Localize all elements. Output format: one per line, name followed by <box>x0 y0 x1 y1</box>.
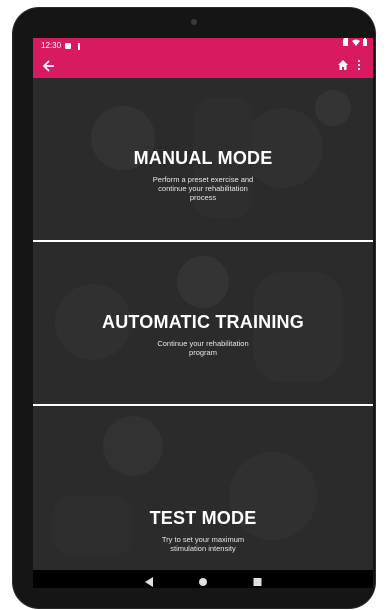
card-title: TEST MODE <box>149 508 257 528</box>
card-description-line: Continue your rehabilitation <box>157 339 249 348</box>
status-right <box>343 38 367 46</box>
parking-icon <box>75 42 81 50</box>
home-icon[interactable] <box>337 58 353 74</box>
card-content: TEST MODE Try to set your maximum stimul… <box>33 508 373 553</box>
status-time: 12:30 <box>41 41 62 50</box>
tablet-frame: 12:30 MANUAL MODE Perform a preset exerc… <box>13 8 375 608</box>
card-description: Try to set your maximum stimulation inte… <box>33 535 373 553</box>
screen: 12:30 MANUAL MODE Perform a preset exerc… <box>33 38 373 588</box>
system-navigation-bar <box>33 570 373 588</box>
notification-icon <box>65 43 72 49</box>
camera-icon <box>191 19 197 25</box>
triangle-back-icon[interactable] <box>145 574 154 588</box>
app-bar: 12:30 <box>33 38 373 78</box>
card-title: AUTOMATIC TRAINING <box>102 312 304 332</box>
card-description-line: Perform a preset exercise and <box>152 175 254 184</box>
card-title: MANUAL MODE <box>133 148 273 168</box>
circle-home-icon[interactable] <box>198 574 208 588</box>
manual-mode-card[interactable]: MANUAL MODE Perform a preset exercise an… <box>33 78 373 240</box>
sim-icon <box>343 38 348 46</box>
card-description-line: continue your rehabilitation <box>158 184 248 193</box>
card-description-line: stimulation intensity <box>170 544 236 553</box>
toolbar <box>33 54 373 78</box>
card-content: MANUAL MODE Perform a preset exercise an… <box>33 148 373 202</box>
card-content: AUTOMATIC TRAINING Continue your rehabil… <box>33 312 373 357</box>
more-vertical-icon[interactable] <box>357 58 369 74</box>
square-recents-icon[interactable] <box>253 574 262 588</box>
back-arrow-icon[interactable] <box>39 56 59 76</box>
automatic-training-card[interactable]: AUTOMATIC TRAINING Continue your rehabil… <box>33 242 373 404</box>
card-description: Continue your rehabilitation program <box>33 339 373 357</box>
card-description-line: Try to set your maximum <box>161 535 245 544</box>
card-description-line: process <box>189 193 217 202</box>
status-bar: 12:30 <box>33 38 373 54</box>
status-left: 12:30 <box>41 38 81 54</box>
test-mode-card[interactable]: TEST MODE Try to set your maximum stimul… <box>33 406 373 570</box>
battery-icon <box>363 38 367 46</box>
wifi-icon <box>352 39 360 46</box>
card-description-line: program <box>189 348 217 357</box>
card-description: Perform a preset exercise and continue y… <box>33 175 373 202</box>
